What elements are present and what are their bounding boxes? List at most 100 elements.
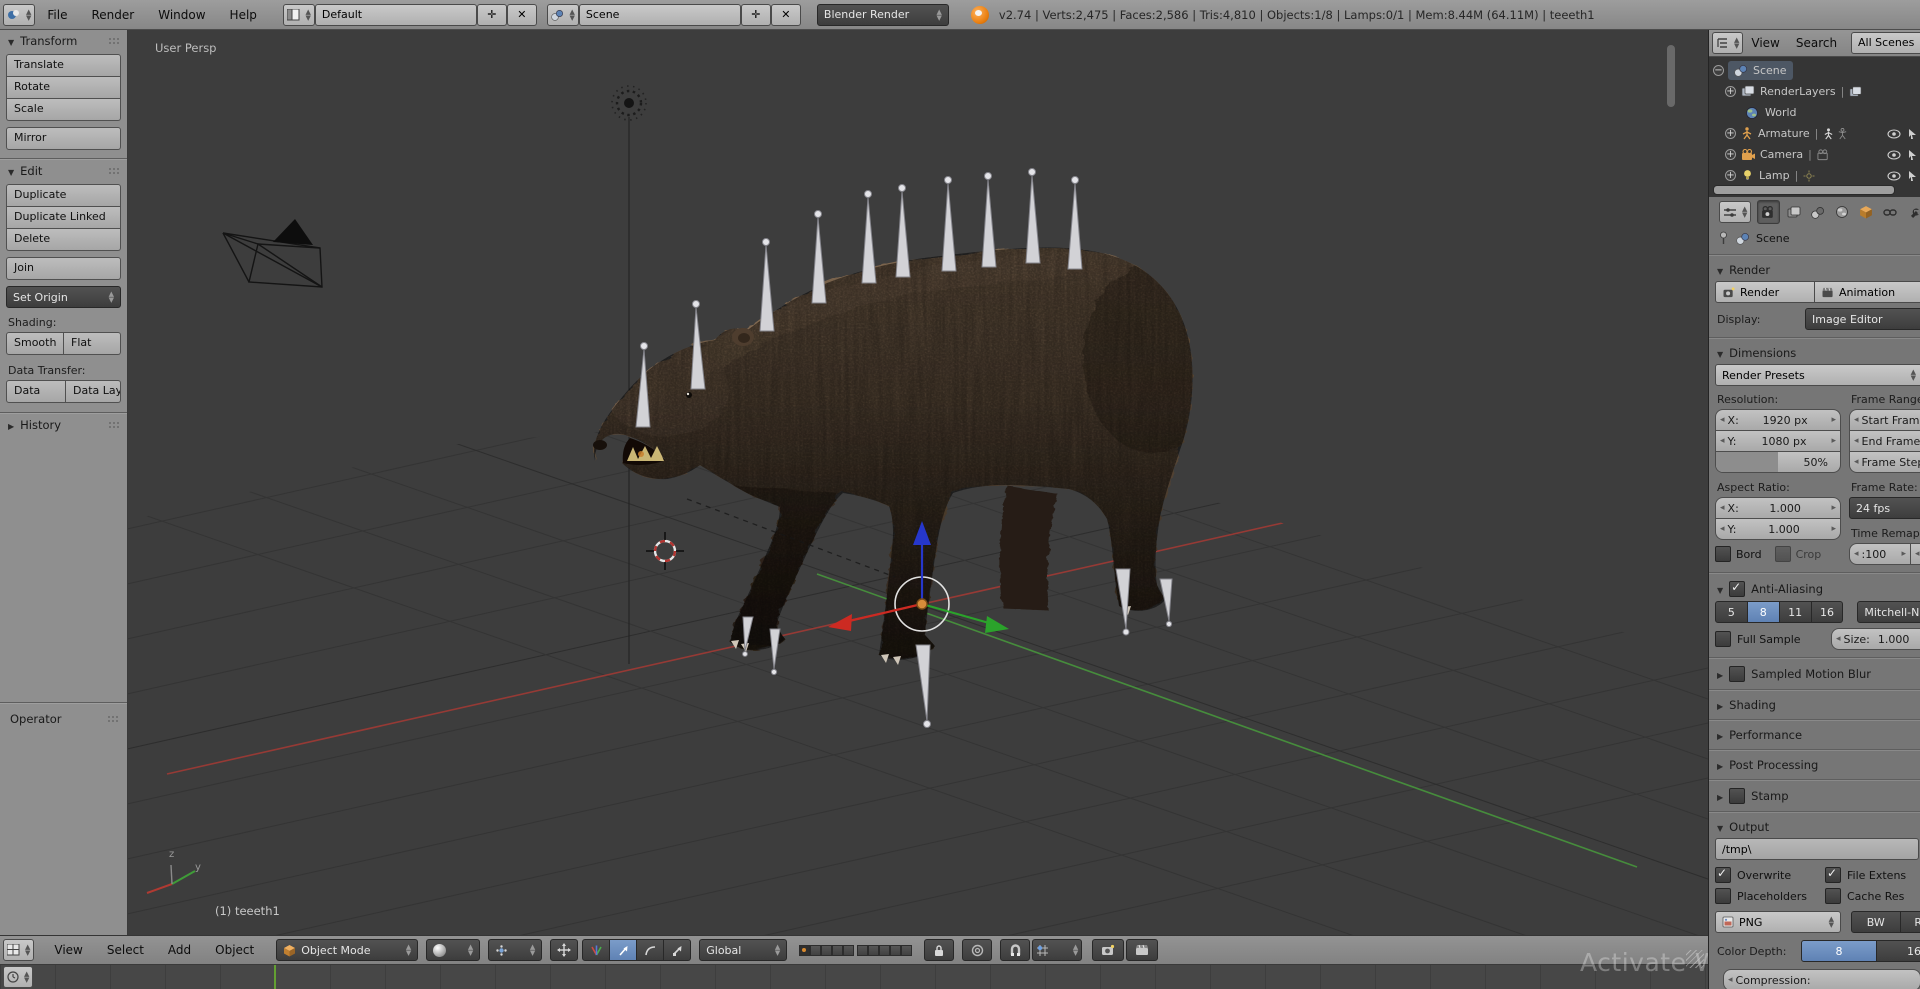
mirror-button[interactable]: Mirror bbox=[6, 127, 121, 150]
expand-icon[interactable]: + bbox=[1725, 86, 1736, 97]
render-still-button[interactable]: Render bbox=[1715, 281, 1815, 303]
menu-window[interactable]: Window bbox=[146, 1, 217, 29]
section-collapse-icon[interactable] bbox=[1717, 582, 1723, 596]
duplicate-button[interactable]: Duplicate bbox=[6, 184, 121, 207]
screen-layout-icon-button[interactable] bbox=[282, 3, 315, 26]
end-frame-field[interactable]: ◂ End Frame: bbox=[1849, 431, 1920, 452]
crop-checkbox[interactable] bbox=[1774, 546, 1791, 562]
panel-grip-icon[interactable] bbox=[108, 420, 121, 430]
timeline-editor-selector[interactable] bbox=[3, 966, 34, 988]
manipulator-center[interactable] bbox=[916, 598, 928, 610]
cache-result-checkbox[interactable] bbox=[1825, 888, 1841, 904]
editor-type-selector[interactable] bbox=[1712, 31, 1744, 54]
full-sample-checkbox[interactable] bbox=[1715, 631, 1731, 647]
join-button[interactable]: Join bbox=[6, 257, 121, 280]
anti-aliasing-checkbox[interactable] bbox=[1729, 580, 1746, 597]
mode-dropdown[interactable]: Object Mode bbox=[276, 939, 419, 961]
viewport-scrollbar[interactable] bbox=[1667, 45, 1675, 107]
data-layout-button[interactable]: Data Layo bbox=[66, 380, 121, 403]
render-animation-button[interactable]: Animation bbox=[1815, 281, 1920, 303]
outliner-row-world[interactable]: World bbox=[1709, 102, 1920, 123]
tab-constraints[interactable] bbox=[1880, 201, 1901, 223]
rotate-manipulator-button-active[interactable] bbox=[610, 939, 638, 961]
file-extensions-checkbox[interactable] bbox=[1825, 866, 1841, 883]
translate-button[interactable]: Translate bbox=[6, 54, 121, 77]
section-expand-icon[interactable] bbox=[1717, 789, 1723, 803]
section-collapse-icon[interactable] bbox=[1717, 820, 1723, 834]
tab-scene[interactable] bbox=[1808, 201, 1829, 223]
outliner-scrollbar[interactable] bbox=[1713, 185, 1895, 195]
panel-collapse-icon[interactable] bbox=[8, 34, 14, 48]
tab-object[interactable] bbox=[1856, 201, 1877, 223]
close-scene-button[interactable]: ✕ bbox=[770, 3, 801, 26]
viewport-menu-view[interactable]: View bbox=[42, 936, 94, 964]
render-presets-dropdown[interactable]: Render Presets bbox=[1715, 364, 1920, 386]
color-depth-8-button[interactable]: 8 bbox=[1801, 940, 1877, 962]
outliner-row-camera[interactable]: + Camera | bbox=[1709, 144, 1920, 165]
panel-expand-icon[interactable] bbox=[8, 418, 14, 432]
panel-grip-icon[interactable] bbox=[108, 36, 121, 46]
color-mode-rgb-button[interactable]: RGB bbox=[1900, 911, 1920, 933]
placeholders-checkbox[interactable] bbox=[1715, 888, 1731, 904]
aa-samples-5[interactable]: 5 bbox=[1715, 601, 1748, 623]
resolution-y-field[interactable]: ◂ Y: 1080 px ▸ bbox=[1715, 431, 1841, 452]
outliner-menu-view[interactable]: View bbox=[1743, 30, 1787, 56]
aa-samples-11[interactable]: 11 bbox=[1779, 601, 1812, 623]
transform-orientation-dropdown[interactable]: Global bbox=[699, 939, 788, 961]
visibility-eye-icon[interactable] bbox=[1887, 149, 1901, 160]
rotate-button[interactable]: Rotate bbox=[6, 77, 121, 99]
aa-size-field[interactable]: ◂ Size: 1.000 bbox=[1831, 628, 1920, 650]
rotate-curve-button[interactable] bbox=[637, 939, 665, 961]
output-path-field[interactable]: /tmp\ bbox=[1715, 838, 1919, 860]
manipulator-toggle-button[interactable] bbox=[550, 939, 579, 961]
section-collapse-icon[interactable] bbox=[1717, 263, 1723, 277]
viewport-3d[interactable]: User Persp (1) teeeth1 y z bbox=[127, 29, 1708, 935]
proportional-edit-button[interactable] bbox=[962, 939, 993, 961]
section-expand-icon[interactable] bbox=[1717, 758, 1723, 772]
bear-model[interactable] bbox=[567, 209, 1267, 749]
frame-step-field[interactable]: ◂Frame Step: bbox=[1849, 452, 1920, 473]
menu-help[interactable]: Help bbox=[218, 1, 269, 29]
screen-layout-name[interactable]: Default bbox=[314, 3, 477, 26]
panel-grip-icon[interactable] bbox=[107, 714, 120, 724]
timeline-strip[interactable] bbox=[0, 964, 1708, 989]
region-resize-grip[interactable] bbox=[1686, 950, 1704, 968]
cursor-3d[interactable] bbox=[646, 532, 684, 570]
section-expand-icon[interactable] bbox=[1717, 667, 1723, 681]
snap-toggle-button[interactable] bbox=[1000, 939, 1031, 961]
section-collapse-icon[interactable] bbox=[1717, 346, 1723, 360]
time-remap-old-field[interactable]: ◂:100 ▸ bbox=[1849, 543, 1911, 565]
tab-render-layers[interactable] bbox=[1783, 201, 1804, 223]
resolution-x-field[interactable]: ◂ X: 1920 px ▸ bbox=[1715, 409, 1841, 431]
aa-samples-16[interactable]: 16 bbox=[1811, 601, 1844, 623]
border-checkbox[interactable] bbox=[1715, 546, 1731, 562]
file-format-dropdown[interactable]: PNG bbox=[1715, 911, 1841, 933]
aa-samples-8-active[interactable]: 8 bbox=[1747, 601, 1780, 623]
motion-blur-checkbox[interactable] bbox=[1729, 666, 1746, 682]
collapse-icon[interactable]: − bbox=[1713, 65, 1724, 76]
expand-icon[interactable]: + bbox=[1725, 128, 1736, 139]
menu-render[interactable]: Render bbox=[79, 1, 146, 29]
camera-object[interactable] bbox=[222, 219, 323, 288]
stamp-checkbox[interactable] bbox=[1729, 788, 1746, 804]
scene-icon-button[interactable] bbox=[546, 3, 579, 26]
outliner-row-scene[interactable]: − Scene bbox=[1709, 60, 1920, 81]
editor-type-selector[interactable] bbox=[3, 939, 35, 961]
pivot-point-dropdown[interactable] bbox=[488, 939, 543, 961]
viewport-menu-object[interactable]: Object bbox=[203, 936, 266, 964]
outliner-row-armature[interactable]: + Armature | bbox=[1709, 123, 1920, 144]
outliner-menu-search[interactable]: Search bbox=[1788, 30, 1845, 56]
current-frame-marker[interactable] bbox=[274, 964, 276, 989]
section-expand-icon[interactable] bbox=[1717, 728, 1723, 742]
duplicate-linked-button[interactable]: Duplicate Linked bbox=[6, 207, 121, 229]
add-scene-button[interactable]: ✛ bbox=[740, 3, 771, 26]
pin-icon[interactable] bbox=[1717, 231, 1730, 245]
compression-slider[interactable]: ◂ Compression: bbox=[1723, 969, 1920, 989]
panel-grip-icon[interactable] bbox=[108, 166, 121, 176]
set-origin-dropdown[interactable]: Set Origin bbox=[6, 286, 121, 308]
translate-manipulator-button[interactable] bbox=[582, 939, 611, 961]
layer-grid-2[interactable] bbox=[857, 944, 913, 956]
menu-file[interactable]: File bbox=[35, 1, 79, 29]
selectability-arrow-icon[interactable] bbox=[1908, 149, 1917, 161]
editor-type-selector[interactable] bbox=[3, 3, 36, 26]
